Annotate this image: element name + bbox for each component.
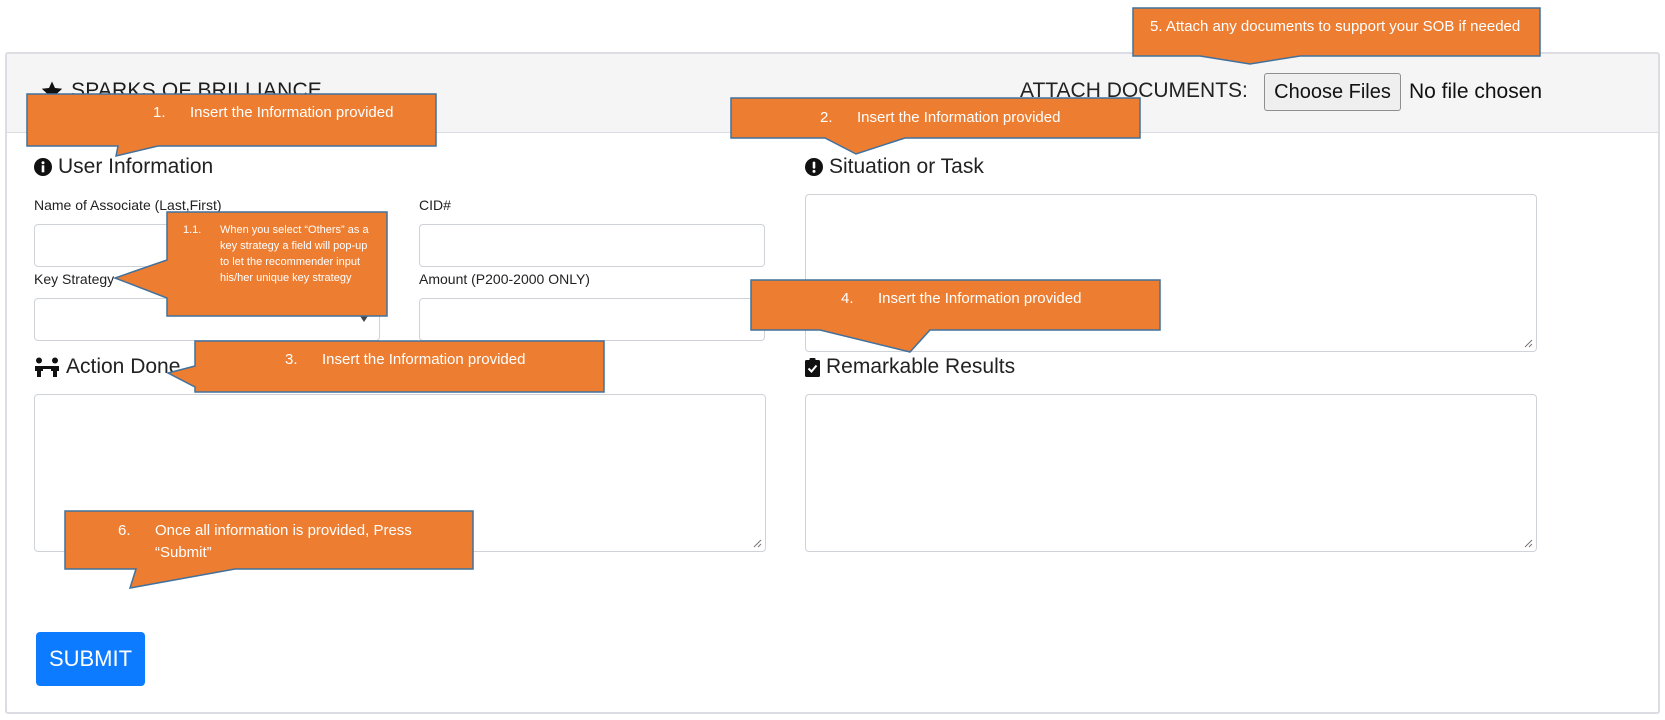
cid-input[interactable] — [419, 224, 765, 267]
resize-handle-icon[interactable] — [1523, 538, 1533, 548]
user-information-title: User Information — [58, 155, 214, 178]
choose-files-button[interactable]: Choose Files — [1264, 73, 1401, 111]
callout-2-number: 2. — [820, 109, 833, 126]
situation-textarea[interactable] — [805, 194, 1537, 352]
form-title-text: SPARKS OF BRILLIANCE — [71, 79, 323, 102]
people-icon — [35, 357, 59, 377]
remarkable-results-textarea[interactable] — [805, 394, 1537, 552]
callout-1-1: 1.1. When you select “Others” as a key st… — [183, 222, 378, 286]
resize-handle-icon[interactable] — [752, 538, 762, 548]
callout-6: 6. Once all information is provided, Pres… — [118, 520, 448, 564]
situation-heading: Situation or Task — [805, 155, 984, 179]
star-icon — [41, 80, 63, 101]
amount-input[interactable] — [419, 298, 765, 341]
callout-6-number: 6. — [118, 522, 131, 539]
callout-4: 4. Insert the Information provided — [841, 290, 1141, 307]
clipboard-check-icon — [805, 357, 820, 377]
name-of-associate-label: Name of Associate (Last,First) — [34, 197, 222, 213]
callout-3-number: 3. — [285, 351, 298, 368]
callout-1-1-text: When you select “Others” as a key strate… — [220, 224, 369, 284]
form-title: SPARKS OF BRILLIANCE — [41, 79, 322, 103]
situation-title: Situation or Task — [829, 155, 984, 178]
chevron-down-icon — [360, 316, 368, 322]
callout-2: 2. Insert the Information provided — [820, 109, 1120, 126]
callout-1-text: Insert the Information provided — [190, 104, 394, 121]
key-strategy-label: Key Strategy — [34, 271, 115, 287]
action-done-title: Action Done — [66, 355, 181, 378]
remarkable-results-heading: Remarkable Results — [805, 355, 1015, 379]
exclamation-circle-icon — [805, 158, 823, 176]
amount-label: Amount (P200-2000 ONLY) — [419, 271, 590, 287]
attach-documents-label: ATTACH DOCUMENTS: — [1020, 79, 1248, 102]
callout-3-text: Insert the Information provided — [322, 351, 526, 368]
callout-4-number: 4. — [841, 290, 854, 307]
callout-5: 5. Attach any documents to support your … — [1150, 18, 1540, 35]
callout-4-text: Insert the Information provided — [878, 290, 1082, 307]
resize-handle-icon[interactable] — [1523, 338, 1533, 348]
callout-1-1-number: 1.1. — [183, 224, 202, 236]
callout-2-text: Insert the Information provided — [857, 109, 1061, 126]
file-status-text: No file chosen — [1409, 80, 1543, 103]
info-circle-icon — [34, 158, 52, 176]
remarkable-results-title: Remarkable Results — [826, 355, 1016, 378]
callout-5-text: 5. Attach any documents to support your … — [1150, 18, 1521, 35]
action-done-heading: Action Done — [34, 355, 180, 379]
key-strategy-select[interactable] — [34, 298, 380, 341]
callout-1: 1. Insert the Information provided — [153, 104, 423, 121]
callout-1-number: 1. — [153, 104, 166, 121]
cid-label: CID# — [419, 197, 451, 213]
callout-3: 3. Insert the Information provided — [285, 351, 585, 368]
sob-form-card: SPARKS OF BRILLIANCE ATTACH DOCUMENTS: C… — [5, 52, 1660, 714]
callout-6-text: Once all information is provided, Press … — [155, 522, 412, 561]
submit-button[interactable]: SUBMIT — [36, 632, 145, 686]
user-information-heading: User Information — [34, 155, 213, 179]
